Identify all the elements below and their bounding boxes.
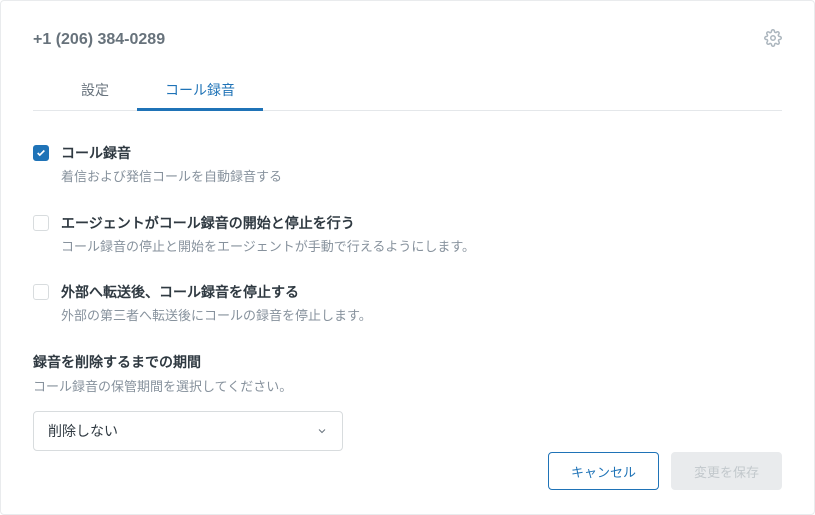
retention-title: 録音を削除するまでの期間 <box>33 352 782 372</box>
save-button[interactable]: 変更を保存 <box>671 452 782 490</box>
chevron-down-icon <box>316 425 328 437</box>
retention-select-wrap: 削除しない <box>33 411 343 451</box>
tab-recording[interactable]: コール録音 <box>137 70 263 110</box>
check-icon <box>36 148 46 158</box>
option-stop-after-transfer: 外部へ転送後、コール録音を停止する 外部の第三者へ転送後にコールの録音を停止しま… <box>33 282 782 326</box>
phone-number: +1 (206) 384-0289 <box>33 31 165 49</box>
option-text: コール録音 着信および発信コールを自動録音する <box>61 143 782 187</box>
tabs: 設定 コール録音 <box>33 70 782 111</box>
tab-settings[interactable]: 設定 <box>53 70 137 110</box>
option-desc: 着信および発信コールを自動録音する <box>61 167 782 187</box>
retention-desc: コール録音の保管期間を選択してください。 <box>33 376 782 395</box>
header-row: +1 (206) 384-0289 <box>33 29 782 50</box>
option-desc: 外部の第三者へ転送後にコールの録音を停止します。 <box>61 306 782 326</box>
checkbox-call-recording[interactable] <box>33 145 49 161</box>
option-agent-control: エージェントがコール録音の開始と停止を行う コール録音の停止と開始をエージェント… <box>33 213 782 257</box>
retention-value: 削除しない <box>48 421 118 441</box>
option-title: エージェントがコール録音の開始と停止を行う <box>61 213 782 233</box>
option-title: 外部へ転送後、コール録音を停止する <box>61 282 782 302</box>
option-call-recording: コール録音 着信および発信コールを自動録音する <box>33 143 782 187</box>
option-desc: コール録音の停止と開始をエージェントが手動で行えるようにします。 <box>61 237 782 257</box>
settings-card: +1 (206) 384-0289 設定 コール録音 コール録音 着信および発信… <box>0 0 815 515</box>
checkbox-agent-control[interactable] <box>33 215 49 231</box>
checkbox-stop-after-transfer[interactable] <box>33 284 49 300</box>
retention-select[interactable]: 削除しない <box>33 411 343 451</box>
option-title: コール録音 <box>61 143 782 163</box>
retention-section: 録音を削除するまでの期間 コール録音の保管期間を選択してください。 <box>33 352 782 395</box>
gear-icon <box>764 29 782 47</box>
option-text: 外部へ転送後、コール録音を停止する 外部の第三者へ転送後にコールの録音を停止しま… <box>61 282 782 326</box>
settings-gear-button[interactable] <box>764 29 782 50</box>
cancel-button[interactable]: キャンセル <box>548 452 659 490</box>
footer-buttons: キャンセル 変更を保存 <box>548 452 782 490</box>
option-text: エージェントがコール録音の開始と停止を行う コール録音の停止と開始をエージェント… <box>61 213 782 257</box>
